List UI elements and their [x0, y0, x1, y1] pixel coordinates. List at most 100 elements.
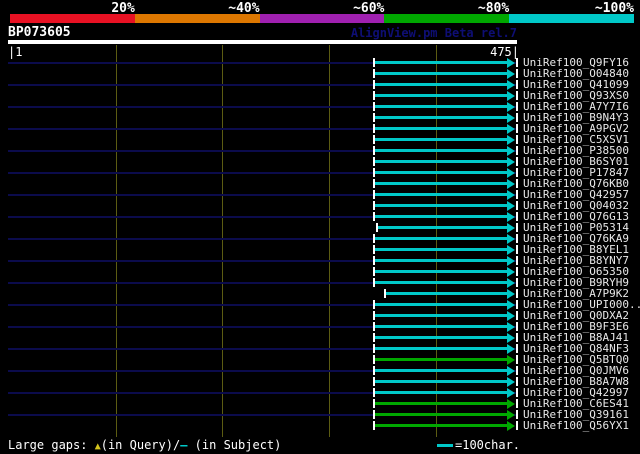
alignment-end-tick	[516, 58, 518, 67]
alignment-end-tick	[516, 223, 518, 232]
alignment-bar[interactable]	[375, 325, 507, 328]
alignment-arrowhead-icon	[507, 201, 515, 211]
alignment-bar[interactable]	[378, 226, 507, 229]
alignment-bar[interactable]	[375, 270, 507, 273]
alignment-bar[interactable]	[375, 83, 507, 86]
alignment-arrowhead-icon	[507, 223, 515, 233]
alignment-bar[interactable]	[375, 171, 507, 174]
alignment-arrowhead-icon	[507, 333, 515, 343]
alignment-arrowhead-icon	[507, 377, 515, 387]
alignment-arrowhead-icon	[507, 311, 515, 321]
alignment-arrowhead-icon	[507, 410, 515, 420]
alignment-arrowhead-icon	[507, 146, 515, 156]
alignment-bar[interactable]	[375, 237, 507, 240]
alignment-bar[interactable]	[375, 402, 507, 405]
alignment-end-tick	[516, 234, 518, 243]
alignment-bar[interactable]	[375, 347, 507, 350]
alignment-arrowhead-icon	[507, 113, 515, 123]
alignment-end-tick	[516, 410, 518, 419]
alignment-bar[interactable]	[375, 424, 507, 427]
alignment-arrowhead-icon	[507, 267, 515, 277]
alignment-bar[interactable]	[375, 160, 507, 163]
query-accession: BP073605	[8, 25, 71, 40]
alignment-arrowhead-icon	[507, 278, 515, 288]
alignment-end-tick	[516, 190, 518, 199]
alignment-bar[interactable]	[375, 336, 507, 339]
alignment-bar[interactable]	[375, 149, 507, 152]
alignment-arrowhead-icon	[507, 322, 515, 332]
alignment-end-tick	[516, 256, 518, 265]
large-gaps-legend: Large gaps: ▲(in Query)/– (in Subject)	[8, 438, 281, 454]
alignment-end-tick	[516, 113, 518, 122]
alignment-arrowhead-icon	[507, 355, 515, 365]
alignment-arrowhead-icon	[507, 212, 515, 222]
alignment-bar[interactable]	[375, 127, 507, 130]
scale-legend-line-icon	[437, 444, 453, 447]
alignment-viewer: 20% ~40% ~60% ~80% ~100% BP073605 AlignView.…	[0, 0, 640, 454]
alignment-bar[interactable]	[375, 204, 507, 207]
alignment-end-tick	[516, 300, 518, 309]
alignment-arrowhead-icon	[507, 58, 515, 68]
alignment-bar[interactable]	[375, 193, 507, 196]
identity-scale-bar	[10, 14, 634, 23]
alignment-end-tick	[516, 344, 518, 353]
alignment-arrowhead-icon	[507, 157, 515, 167]
alignment-bar[interactable]	[375, 94, 507, 97]
alignment-bar[interactable]	[375, 413, 507, 416]
alignment-end-tick	[516, 267, 518, 276]
hit-label[interactable]: UniRef100_Q56YX1	[523, 420, 629, 431]
alignment-bar[interactable]	[375, 391, 507, 394]
alignment-arrowhead-icon	[507, 245, 515, 255]
alignment-bar[interactable]	[375, 72, 507, 75]
ruler-bar	[8, 40, 517, 44]
alignment-arrowhead-icon	[507, 124, 515, 134]
alignment-arrowhead-icon	[507, 366, 515, 376]
gap-in-subject-text: (in Subject)	[187, 438, 282, 452]
alignment-arrowhead-icon	[507, 91, 515, 101]
alignment-bar[interactable]	[375, 314, 507, 317]
alignment-end-tick	[516, 69, 518, 78]
alignment-end-tick	[516, 157, 518, 166]
alignment-bar[interactable]	[375, 248, 507, 251]
alignment-end-tick	[516, 146, 518, 155]
alignment-bar[interactable]	[375, 138, 507, 141]
alignment-arrowhead-icon	[507, 399, 515, 409]
alignment-end-tick	[516, 179, 518, 188]
alignment-end-tick	[516, 289, 518, 298]
alignment-bar[interactable]	[375, 105, 507, 108]
alignment-bar[interactable]	[385, 292, 507, 295]
alignment-bar[interactable]	[375, 369, 507, 372]
alignment-bar[interactable]	[375, 182, 507, 185]
alignment-bar[interactable]	[375, 116, 507, 119]
alignment-end-tick	[516, 333, 518, 342]
alignment-end-tick	[516, 91, 518, 100]
alignment-end-tick	[516, 421, 518, 430]
identity-scale-segment	[10, 14, 135, 23]
alignment-arrowhead-icon	[507, 69, 515, 79]
alignment-end-tick	[516, 366, 518, 375]
hit-row: UniRef100_Q56YX1	[0, 420, 640, 431]
alignment-bar[interactable]	[375, 215, 507, 218]
alignment-arrowhead-icon	[507, 190, 515, 200]
alignment-bar[interactable]	[375, 281, 507, 284]
gap-in-query-text: (in Query)/	[100, 438, 181, 452]
alignment-arrowhead-icon	[507, 256, 515, 266]
alignment-bar[interactable]	[375, 358, 507, 361]
identity-scale-segment	[134, 14, 260, 23]
alignment-bar[interactable]	[375, 259, 507, 262]
scale-legend-text: =100char.	[455, 438, 521, 452]
alignment-arrowhead-icon	[507, 168, 515, 178]
identity-scale-segment	[384, 14, 510, 23]
alignment-bar[interactable]	[375, 303, 507, 306]
alignment-bar[interactable]	[375, 61, 507, 64]
identity-scale-segment	[509, 14, 634, 23]
alignment-arrowhead-icon	[507, 300, 515, 310]
scale-legend: =100char.	[437, 438, 520, 452]
alignment-end-tick	[516, 212, 518, 221]
alignment-end-tick	[516, 168, 518, 177]
alignment-end-tick	[516, 201, 518, 210]
alignment-end-tick	[516, 135, 518, 144]
alignment-arrowhead-icon	[507, 344, 515, 354]
alignment-end-tick	[516, 377, 518, 386]
alignment-bar[interactable]	[375, 380, 507, 383]
